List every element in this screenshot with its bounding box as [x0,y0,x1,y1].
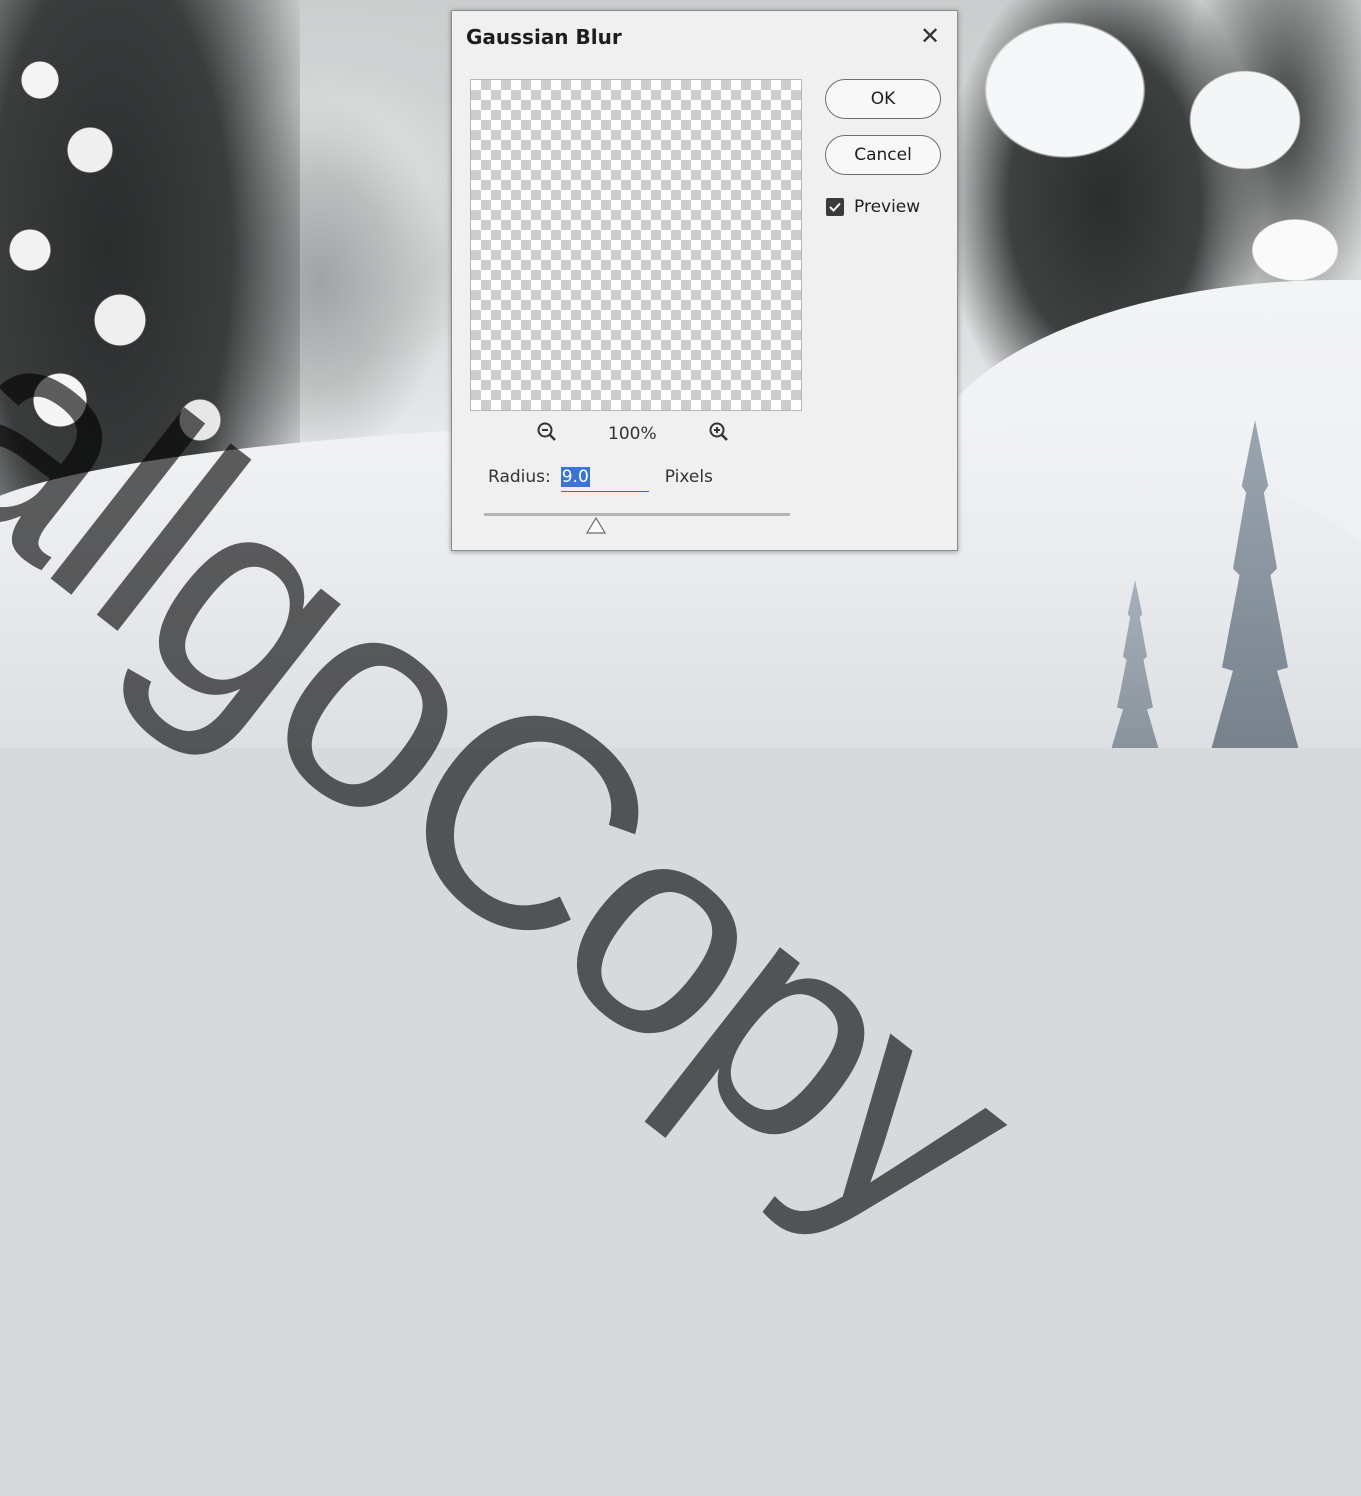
radius-slider-thumb[interactable] [585,517,607,535]
filter-preview-window[interactable] [470,79,802,411]
zoom-in-icon[interactable] [708,421,730,443]
radius-value[interactable]: 9.0 [560,467,590,487]
zoom-out-icon[interactable] [536,421,558,443]
zoom-level: 100% [608,424,657,444]
snowy-pine-trees-left [0,0,300,520]
radius-label: Radius: [488,467,551,487]
preview-toggle[interactable]: Preview [826,197,920,217]
gaussian-blur-dialog: Gaussian Blur ✕ OK Cancel Preview 100% R… [451,10,958,551]
radius-slider-track[interactable] [484,513,790,516]
ok-button[interactable]: OK [825,79,941,119]
dialog-title: Gaussian Blur [466,25,622,49]
preview-label: Preview [854,197,921,217]
radius-row: Radius: 9.0 Pixels [488,467,713,492]
cancel-button[interactable]: Cancel [825,135,941,175]
preview-checkbox[interactable] [826,198,844,216]
radius-units-label: Pixels [664,467,713,487]
preview-zoom-controls: 100% [522,421,732,451]
close-icon[interactable]: ✕ [917,23,943,49]
checkmark-icon [829,202,841,212]
radius-input[interactable]: 9.0 [560,467,649,492]
